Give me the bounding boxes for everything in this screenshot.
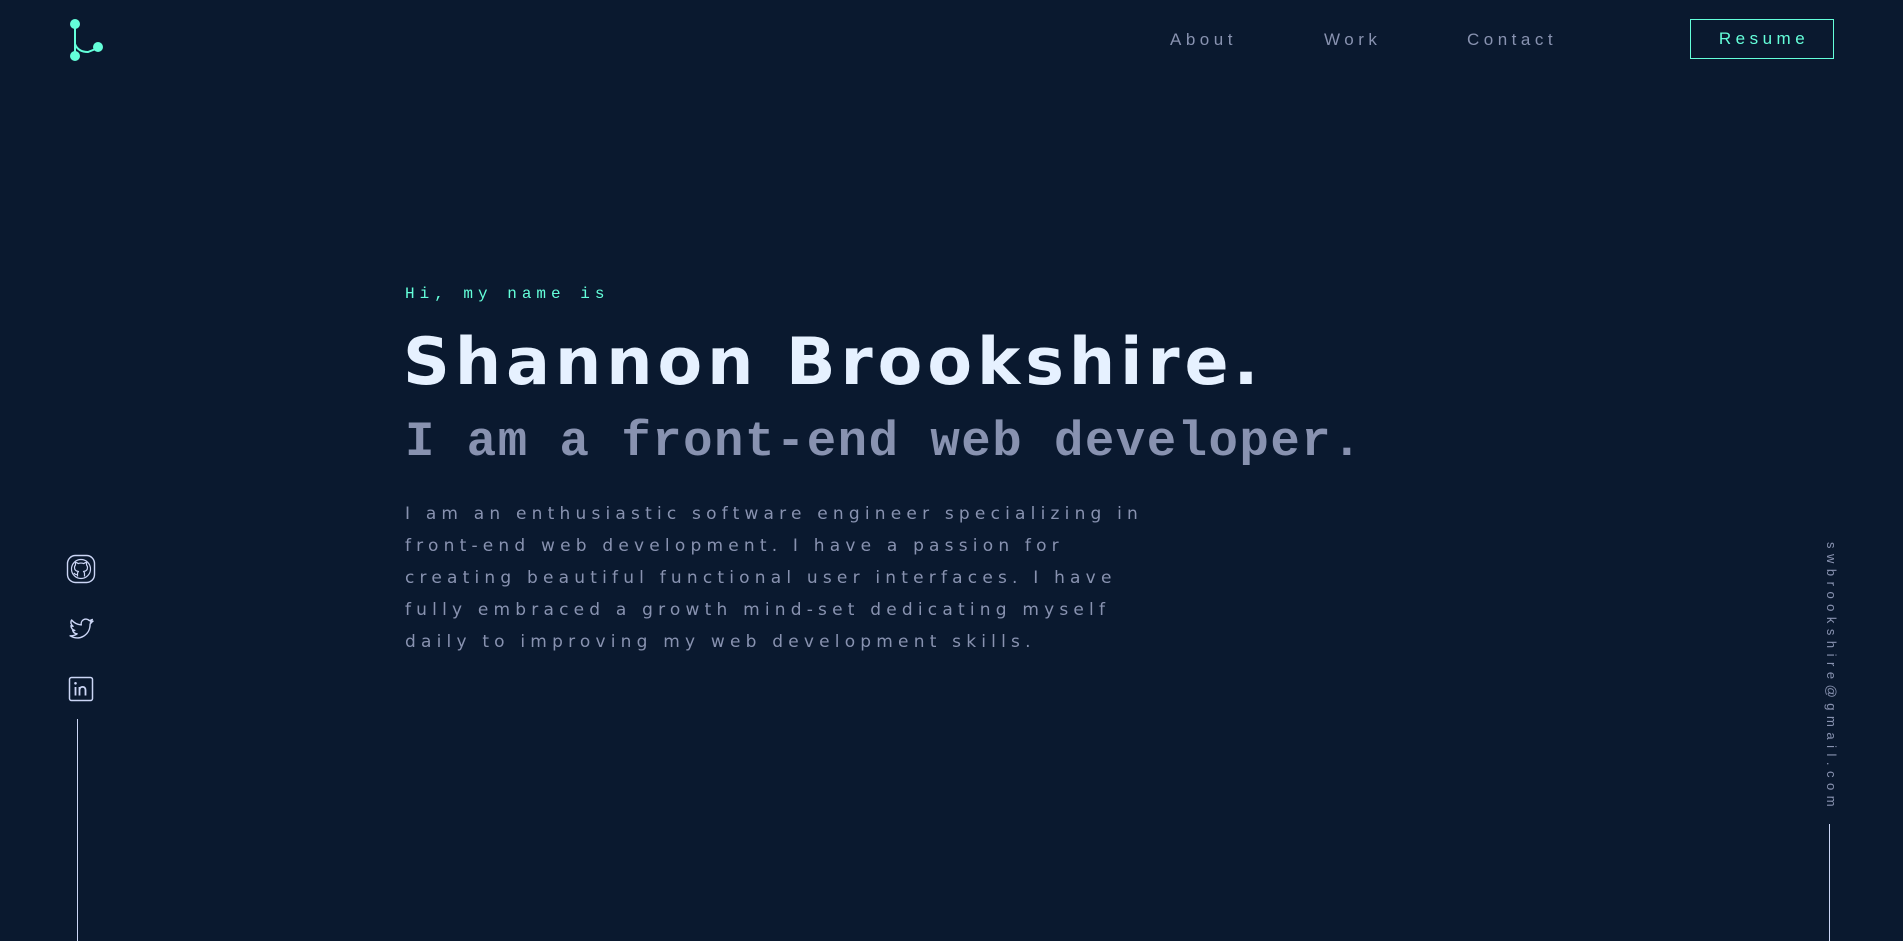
email-link[interactable]: swbrookshire@gmail.com — [1819, 542, 1839, 812]
top-nav: About Work Contact Resume — [0, 0, 1903, 80]
github-icon[interactable] — [66, 554, 96, 584]
left-sidebar-line — [77, 719, 78, 941]
resume-button[interactable]: Resume — [1690, 19, 1834, 59]
hero-name: Shannon Brookshire. — [403, 325, 1264, 400]
hero-greeting: Hi, my name is — [405, 285, 610, 303]
linkedin-icon[interactable] — [66, 674, 96, 704]
hero-tagline: I am a front-end web developer. — [405, 414, 1364, 470]
right-sidebar-line — [1829, 824, 1830, 941]
nav-link-about[interactable]: About — [1170, 30, 1237, 50]
nav-link-work[interactable]: Work — [1324, 30, 1381, 50]
twitter-icon[interactable] — [66, 614, 96, 644]
hero-bio: I am an enthusiastic software engineer s… — [405, 504, 1144, 652]
nav-link-contact[interactable]: Contact — [1467, 30, 1557, 50]
